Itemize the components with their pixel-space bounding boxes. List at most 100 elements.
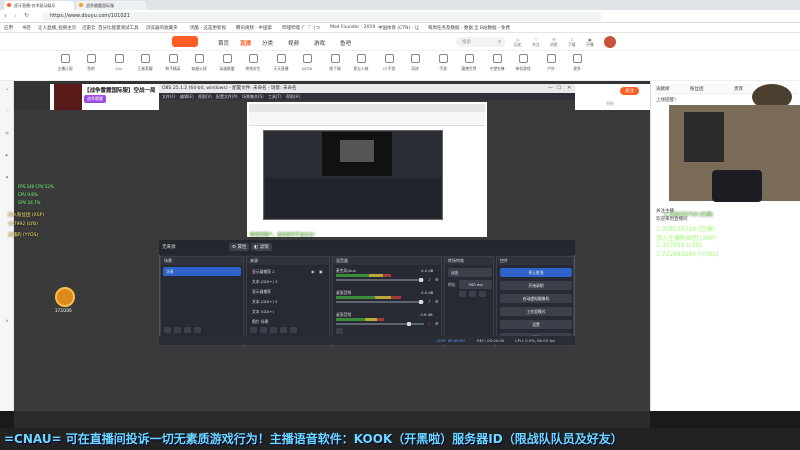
add-icon[interactable] bbox=[164, 327, 171, 333]
settings-gear-icon[interactable] bbox=[270, 327, 277, 333]
nav-category[interactable]: 分类 bbox=[262, 39, 273, 47]
lock-icon[interactable]: ▣ bbox=[319, 269, 323, 274]
rail-settings-icon[interactable]: ⚙ bbox=[2, 319, 12, 328]
rail-follow-icon[interactable]: ♡ bbox=[2, 109, 12, 118]
avatar[interactable] bbox=[604, 36, 616, 48]
source-item[interactable]: 文本 (GDI+) 3 bbox=[249, 277, 309, 286]
mixer-settings-icon[interactable] bbox=[336, 328, 343, 334]
transition-select[interactable]: 淡出 bbox=[448, 268, 492, 277]
category-item[interactable]: 地下城 bbox=[324, 54, 346, 72]
tab-vip[interactable]: 贵宾 bbox=[734, 86, 743, 92]
bookmark-item[interactable]: 中国体育 (CTN) - 让 bbox=[378, 25, 419, 31]
history-icon[interactable]: ◷ 历史 bbox=[514, 37, 522, 48]
back-icon[interactable]: ‹ bbox=[4, 12, 7, 20]
rail-video-icon[interactable]: ▶ bbox=[2, 153, 12, 162]
follow-button[interactable]: 关注 bbox=[620, 87, 639, 95]
category-item[interactable]: CF手游 bbox=[378, 54, 400, 72]
category-item[interactable]: 奇迹 bbox=[404, 54, 426, 72]
bookmark-item[interactable]: 腾讯视频 - 中国第 bbox=[236, 25, 272, 31]
volume-slider-knob[interactable] bbox=[419, 300, 423, 304]
bookmark-item[interactable]: 让人直播_视频主页 bbox=[38, 25, 76, 31]
volume-slider[interactable] bbox=[336, 279, 424, 281]
transition-duration-input[interactable]: 300 ms bbox=[459, 280, 492, 289]
address-bar[interactable]: https://www.douyu.com/101021 bbox=[42, 12, 602, 21]
speaker-muted-icon[interactable]: ♪ bbox=[428, 321, 431, 326]
category-item[interactable]: 单机游戏 bbox=[512, 54, 534, 72]
remove-icon[interactable] bbox=[174, 327, 181, 333]
gear-icon[interactable]: ⚙ bbox=[435, 321, 439, 326]
minimize-icon[interactable]: — bbox=[548, 85, 553, 91]
source-item[interactable]: 显示器捕获 2 bbox=[249, 267, 309, 276]
obs-properties-button[interactable]: ⚙ 属性 bbox=[229, 243, 250, 251]
rail-games-icon[interactable]: ◆ bbox=[2, 175, 12, 184]
rail-rank-icon[interactable]: ▤ bbox=[2, 131, 12, 140]
bookmark-item[interactable]: 迅雷云 bbox=[82, 25, 96, 31]
broadcast-icon[interactable]: ▣ 开播 bbox=[586, 37, 594, 48]
category-item[interactable]: 王者荣耀 bbox=[134, 54, 156, 72]
obs-filters-button[interactable]: ◧ 滤镜 bbox=[251, 243, 272, 251]
settings-button[interactable]: 设置 bbox=[500, 320, 572, 329]
gear-icon[interactable]: ⚙ bbox=[435, 277, 439, 282]
report-link[interactable]: 举报 bbox=[606, 101, 614, 107]
remove-icon[interactable] bbox=[260, 327, 267, 333]
category-item[interactable]: 主播订阅 bbox=[54, 54, 76, 72]
gift-badge-icon[interactable] bbox=[55, 287, 75, 307]
gear-icon[interactable]: ⚙ bbox=[435, 299, 439, 304]
category-item[interactable]: 天天直播 bbox=[270, 54, 292, 72]
forward-icon[interactable]: › bbox=[14, 12, 17, 20]
bookmark-item[interactable]: 哔哩哔哩 (゜-゜)つ bbox=[282, 25, 320, 31]
follow-icon[interactable]: ♡ 关注 bbox=[532, 37, 540, 48]
volume-slider[interactable] bbox=[336, 301, 424, 303]
category-item[interactable]: 鱼吧 bbox=[80, 54, 102, 72]
rail-home-icon[interactable]: ⌂ bbox=[2, 87, 12, 96]
source-item[interactable]: 显示器捕获 bbox=[249, 287, 309, 296]
site-logo[interactable] bbox=[172, 36, 198, 47]
scene-item[interactable]: 场景 bbox=[163, 267, 241, 276]
bookmark-item[interactable]: 百分比能量测试工具 bbox=[98, 25, 139, 31]
add-icon[interactable] bbox=[250, 327, 257, 333]
add-icon[interactable] bbox=[459, 291, 466, 297]
studio-mode-button[interactable]: 工作室模式 bbox=[500, 307, 572, 316]
browser-tab[interactable]: 虎牙直播-技术驱动娱乐 bbox=[4, 1, 74, 10]
bookmark-item[interactable]: Mod Founder - 2019 bbox=[330, 25, 375, 30]
volume-slider-knob[interactable] bbox=[407, 322, 411, 326]
bookmark-item[interactable]: 全 B站数据 - 免费 bbox=[474, 25, 510, 31]
search-icon[interactable]: ⌕ bbox=[498, 38, 501, 46]
category-item[interactable]: 户外 bbox=[540, 54, 562, 72]
visibility-eye-icon[interactable]: ◉ bbox=[311, 269, 315, 274]
move-up-icon[interactable] bbox=[184, 327, 191, 333]
bookmark-item[interactable]: 每周任务及数据 - 数据 bbox=[428, 25, 473, 31]
tab-contribution[interactable]: 贡献榜 bbox=[656, 86, 670, 92]
category-item[interactable]: DOTA bbox=[296, 54, 318, 71]
category-item[interactable]: 守望先锋 bbox=[486, 54, 508, 72]
bookmark-item[interactable]: 应用 bbox=[4, 25, 13, 31]
bookmark-item[interactable]: 浏览器的收藏夹 bbox=[146, 25, 178, 31]
speaker-icon[interactable]: ♪ bbox=[428, 277, 431, 282]
nav-home[interactable]: 首页 bbox=[218, 39, 229, 47]
category-item[interactable]: 魔兽世界 bbox=[458, 54, 480, 72]
source-item[interactable]: 图片 场景 bbox=[249, 317, 309, 326]
reload-icon[interactable]: ↻ bbox=[24, 12, 29, 19]
move-up-icon[interactable] bbox=[280, 327, 287, 333]
download-icon[interactable]: ⇩ 下载 bbox=[568, 37, 576, 48]
source-item[interactable]: 文本 (GDI+) 2 bbox=[249, 297, 309, 306]
speaker-icon[interactable]: ♪ bbox=[428, 299, 431, 304]
category-item[interactable]: 更多 bbox=[566, 54, 588, 72]
close-icon[interactable]: ✕ bbox=[567, 85, 571, 91]
nav-live[interactable]: 直播 bbox=[240, 39, 251, 47]
nav-games[interactable]: 游戏 bbox=[314, 39, 325, 47]
category-item[interactable]: 绝地求生 bbox=[242, 54, 264, 72]
bookmark-item[interactable]: 优酷 - 这是更新视 bbox=[190, 25, 226, 31]
category-item[interactable]: 穿越火线 bbox=[188, 54, 210, 72]
virtual-camera-button[interactable]: 启动虚拟摄像机 bbox=[500, 294, 572, 303]
room-tag[interactable]: 战争雷霆 bbox=[84, 95, 106, 103]
start-recording-button[interactable]: 开始录制 bbox=[500, 281, 572, 290]
source-item[interactable]: 文本 (GDI+) bbox=[249, 307, 309, 316]
nav-video[interactable]: 视频 bbox=[288, 39, 299, 47]
stop-streaming-button[interactable]: 停止推流 bbox=[500, 268, 572, 277]
category-item[interactable]: 第五人格 bbox=[350, 54, 372, 72]
bookmark-item[interactable]: 书签 bbox=[22, 25, 31, 31]
category-item[interactable]: 英雄联盟 bbox=[216, 54, 238, 72]
nav-forum[interactable]: 鱼吧 bbox=[340, 39, 351, 47]
gear-icon[interactable] bbox=[479, 291, 486, 297]
